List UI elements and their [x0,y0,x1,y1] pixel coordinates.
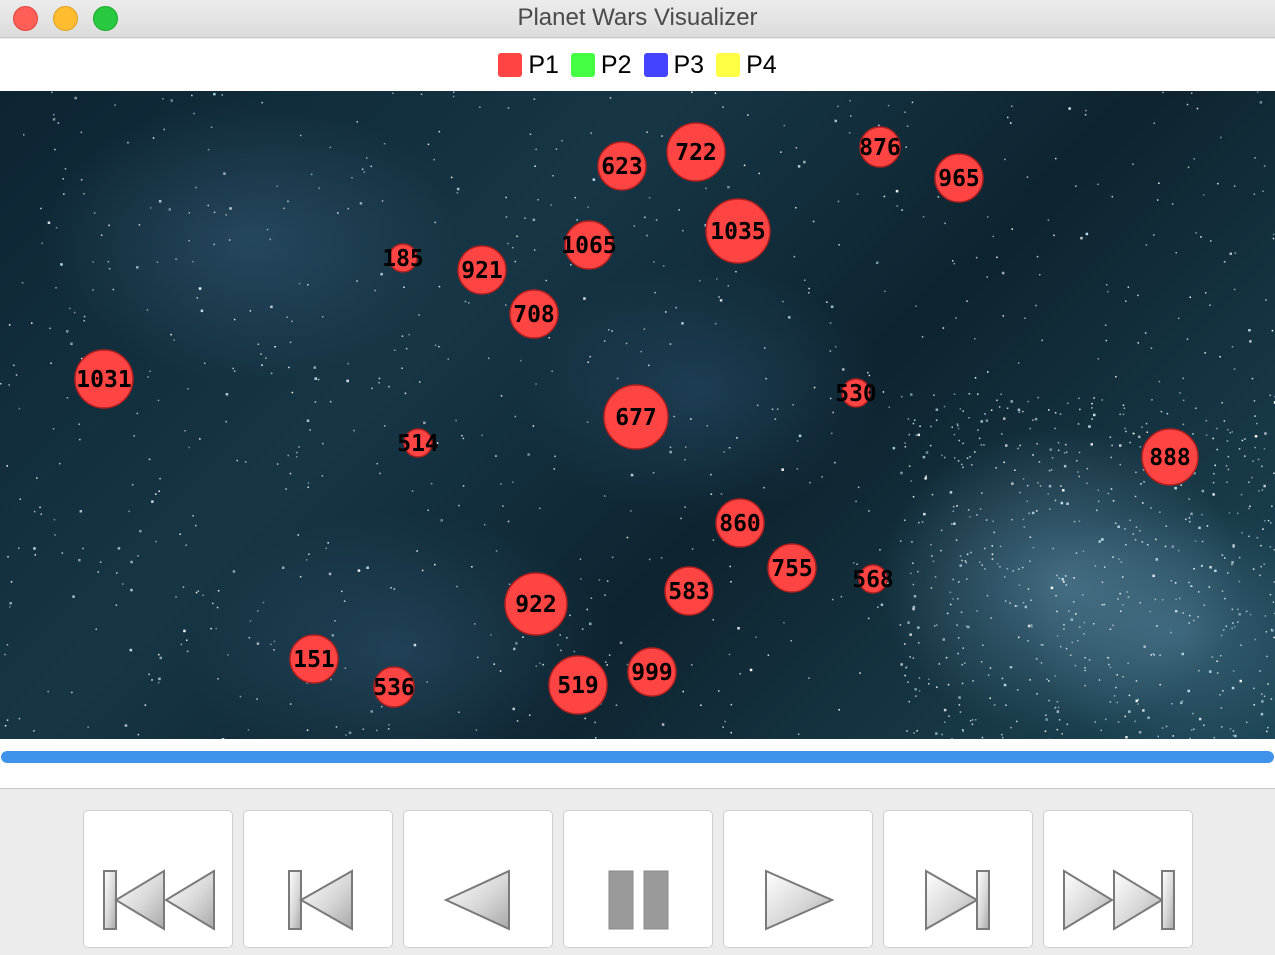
player-legend: P1 P2 P3 P4 [0,39,1275,91]
legend-item-p1: P1 [498,51,559,80]
space-canvas: 722 623 876 965 1035 1065 185 921 708 1031 530 677 5… [0,91,1275,739]
step-to-start-button[interactable] [243,810,393,948]
planet-ship-count: 999 [631,660,673,686]
rewind-to-start-icon [103,869,215,931]
planet-ship-count: 888 [1149,445,1191,471]
planet[interactable]: 530 [835,378,877,408]
planet-ship-count: 583 [668,579,710,605]
planet[interactable]: 755 [767,543,817,593]
legend-label-p2: P2 [600,50,632,79]
legend-item-p2: P2 [570,50,632,80]
planet[interactable]: 536 [373,666,415,708]
legend-swatch-p1 [498,53,523,77]
legend-label-p3: P3 [673,50,705,79]
planet-ship-count: 185 [382,246,424,272]
planet-ship-count: 1035 [710,219,765,245]
planet[interactable]: 185 [382,243,424,273]
planet[interactable]: 514 [397,428,439,458]
legend-label-p1: P1 [528,50,559,79]
planet[interactable]: 568 [852,564,894,594]
step-to-end-icon [925,869,990,931]
pause-button[interactable] [563,810,713,948]
play-backward-button[interactable] [403,810,553,948]
planet-ship-count: 876 [859,135,901,161]
window-title: Planet Wars Visualizer [517,4,758,31]
window-titlebar: Planet Wars Visualizer [0,0,1275,38]
planet-ship-count: 677 [615,405,657,431]
planet[interactable]: 999 [627,647,677,697]
planet[interactable]: 1035 [705,198,771,264]
planet[interactable]: 623 [597,141,647,191]
legend-swatch-p4 [716,53,741,77]
planet[interactable]: 860 [715,498,765,548]
planet-ship-count: 722 [675,140,717,166]
planet[interactable]: 722 [666,122,726,182]
planet-ship-count: 755 [771,556,813,582]
planet-ship-count: 921 [461,258,503,284]
planet[interactable]: 965 [934,153,984,203]
timeline-area [0,739,1275,789]
planet[interactable]: 708 [509,289,559,339]
fast-forward-to-end-button[interactable] [1043,810,1193,948]
legend-swatch-p3 [643,53,668,77]
play-forward-button[interactable] [723,810,873,948]
planet-ship-count: 151 [293,647,335,673]
planet-ship-count: 860 [719,511,761,537]
legend-swatch-p2 [570,53,595,77]
playback-controls [0,790,1275,955]
legend-item-p3: P3 [643,50,705,80]
planet[interactable]: 1031 [74,349,134,409]
planet[interactable]: 922 [504,572,568,636]
planet[interactable]: 677 [603,384,669,450]
planet-ship-count: 519 [557,673,599,699]
rewind-to-start-button[interactable] [83,810,233,948]
game-map[interactable]: 722 623 876 965 1035 1065 185 921 708 1031 530 677 5… [0,91,1275,739]
play-forward-icon [765,869,835,931]
planet[interactable]: 151 [289,634,339,684]
legend-item-p4: P4 [716,51,777,80]
planet-ship-count: 568 [852,567,894,593]
planet-ship-count: 922 [515,592,557,618]
planet-ship-count: 536 [373,675,415,701]
play-backward-icon [443,869,510,931]
planet[interactable]: 921 [457,245,507,295]
planet[interactable]: 519 [548,655,608,715]
planet[interactable]: 583 [664,566,714,616]
planet-ship-count: 708 [513,302,555,328]
turn-progress-fill [1,751,1274,763]
planet-ship-count: 514 [397,431,439,457]
step-to-end-button[interactable] [883,810,1033,948]
pause-icon [608,870,669,930]
planet[interactable]: 888 [1141,428,1199,486]
legend-label-p4: P4 [746,50,777,79]
turn-progress-bar[interactable] [1,751,1274,763]
planet-ship-count: 965 [938,166,980,192]
planet-ship-count: 1031 [76,367,131,393]
fast-forward-to-end-icon [1063,869,1175,931]
planet-ship-count: 530 [835,381,877,407]
planet-ship-count: 1065 [561,233,616,259]
planet[interactable]: 876 [859,126,901,168]
planet[interactable]: 1065 [561,220,617,270]
planet-ship-count: 623 [601,154,643,180]
step-to-start-icon [288,869,353,931]
